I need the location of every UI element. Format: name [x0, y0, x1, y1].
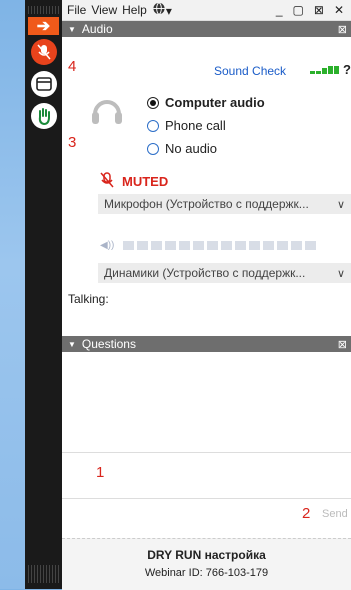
chevron-down-icon: ∨	[336, 198, 345, 211]
microphone-select[interactable]: Микрофон (Устройство с поддержк... ∨	[98, 194, 351, 214]
webinar-id: Webinar ID: 766-103-179	[144, 567, 269, 579]
mic-muted-icon	[30, 39, 57, 65]
microphone-value: Микрофон (Устройство с поддержк...	[104, 197, 309, 211]
help-button[interactable]: ?	[343, 62, 351, 77]
window-icon	[30, 71, 57, 97]
menu-help[interactable]: Help	[122, 3, 147, 17]
send-button[interactable]: Send	[322, 508, 348, 520]
radio-computer-audio[interactable]: Computer audio	[147, 95, 265, 110]
raise-hand-button[interactable]	[28, 103, 59, 131]
speaker-level-meter: ◀))	[100, 240, 317, 251]
raise-hand-icon	[30, 103, 57, 129]
toolbar-grip-top[interactable]	[28, 6, 59, 14]
restore-button[interactable]: ▢	[293, 3, 304, 17]
globe-icon[interactable]: ▾	[152, 2, 172, 18]
speaker-value: Динамики (Устройство с поддержк...	[104, 266, 306, 280]
speaker-icon: ◀))	[100, 240, 115, 251]
close-button[interactable]: ✕	[334, 3, 344, 17]
questions-section-header[interactable]: ▼ Questions ⊠	[62, 336, 351, 352]
question-input[interactable]: 1	[62, 452, 351, 499]
radio-button[interactable]	[147, 142, 159, 155]
questions-log	[62, 352, 351, 452]
popout-icon[interactable]: ⊠	[338, 338, 347, 351]
annotation-2: 2	[302, 505, 311, 522]
audio-header-label: Audio	[81, 22, 113, 36]
window-controls: _ ▢ ⊠ ✕	[276, 3, 349, 17]
radio-label: Phone call	[165, 118, 226, 133]
radio-label: No audio	[165, 141, 218, 156]
questions-header-label: Questions	[81, 337, 136, 351]
minimize-button[interactable]: _	[276, 3, 283, 17]
send-row: 2 Send	[62, 498, 351, 533]
signal-bars-icon	[310, 66, 339, 74]
headset-icon	[90, 92, 124, 132]
radio-no-audio[interactable]: No audio	[147, 141, 217, 156]
menu-file[interactable]: File	[67, 3, 86, 17]
audio-section-header[interactable]: ▼ Audio ⊠	[62, 21, 351, 37]
menu-bar: File View Help ▾ _ ▢ ⊠ ✕	[62, 0, 351, 21]
popout-icon[interactable]: ⊠	[338, 23, 347, 36]
menu-view[interactable]: View	[91, 3, 117, 17]
muted-label: MUTED	[122, 174, 169, 189]
sound-check-link[interactable]: Sound Check	[214, 64, 286, 78]
control-panel: File View Help ▾ _ ▢ ⊠ ✕ ▼ Audio ⊠ 4 Sou…	[62, 0, 351, 590]
webinar-footer: DRY RUN настройка Webinar ID: 766-103-17…	[62, 538, 351, 590]
muted-status: MUTED	[100, 172, 168, 191]
floating-toolbar: ➔	[25, 0, 62, 589]
talking-label: Talking:	[68, 292, 109, 306]
radio-phone-call[interactable]: Phone call	[147, 118, 226, 133]
annotation-4: 4	[68, 58, 77, 75]
webinar-title: DRY RUN настройка	[147, 548, 266, 562]
chevron-down-icon: ∨	[336, 267, 345, 280]
collapse-triangle-icon: ▼	[68, 24, 76, 34]
arrow-icon[interactable]: ➔	[28, 17, 59, 35]
popout-button[interactable]: ⊠	[314, 3, 324, 17]
annotation-1: 1	[96, 464, 105, 481]
collapse-triangle-icon: ▼	[68, 339, 76, 349]
mic-toggle-button[interactable]	[28, 39, 59, 67]
radio-label: Computer audio	[165, 95, 265, 110]
radio-button[interactable]	[147, 96, 159, 109]
show-panel-button[interactable]	[28, 71, 59, 99]
speaker-select[interactable]: Динамики (Устройство с поддержк... ∨	[98, 263, 351, 283]
annotation-3: 3	[68, 134, 77, 151]
radio-button[interactable]	[147, 119, 159, 132]
mic-muted-icon	[100, 172, 114, 191]
toolbar-grip-bottom[interactable]	[28, 565, 59, 583]
